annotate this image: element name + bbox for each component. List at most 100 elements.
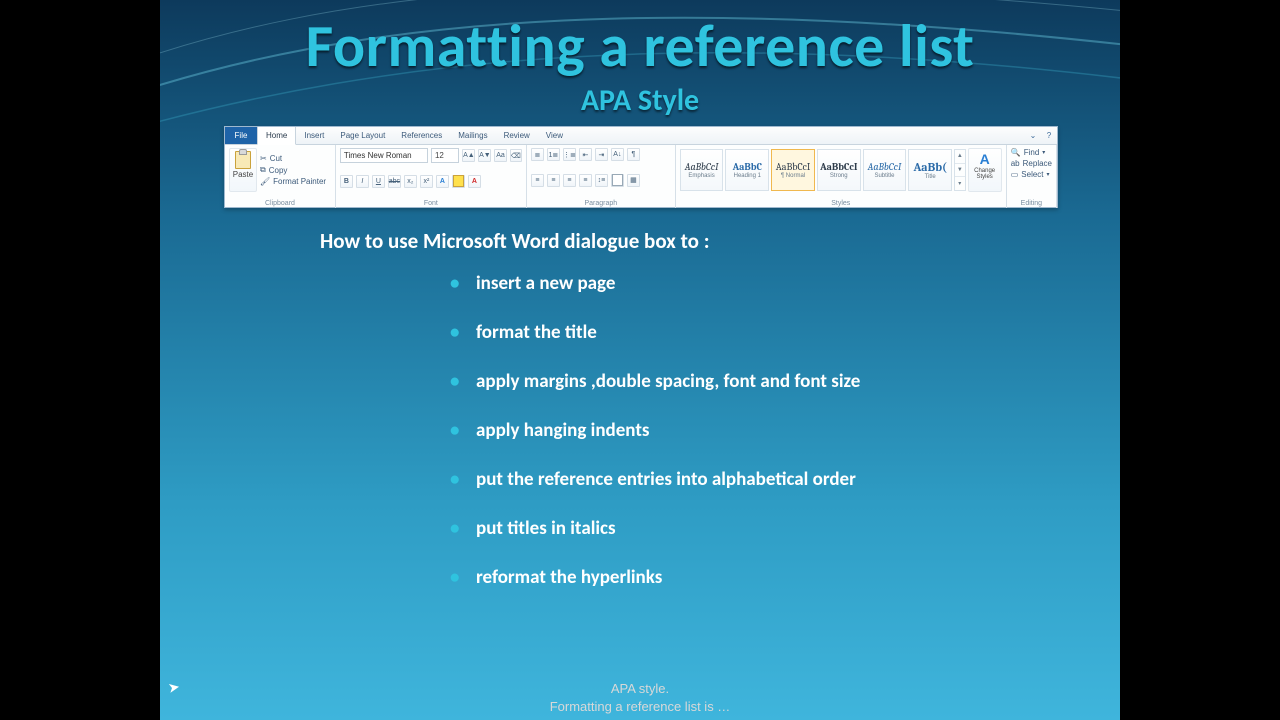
style-heading1[interactable]: AaBbCHeading 1 <box>725 149 769 191</box>
paste-button[interactable]: Paste <box>229 148 257 192</box>
numbering-button[interactable]: 1≣ <box>547 148 560 161</box>
tab-home[interactable]: Home <box>257 127 296 145</box>
bold-button[interactable]: B <box>340 175 353 188</box>
font-size-combo[interactable]: 12 <box>431 148 459 163</box>
style-subtitle[interactable]: AaBbCcISubtitle <box>863 149 907 191</box>
find-button[interactable]: 🔍Find▾ <box>1011 148 1052 157</box>
minimize-ribbon-icon[interactable]: ? <box>1041 127 1057 144</box>
style-sample: AaBb( <box>913 160 946 174</box>
list-item: put the reference entries into alphabeti… <box>450 468 860 491</box>
select-label: Select <box>1021 170 1043 179</box>
multilevel-button[interactable]: ⋮≣ <box>563 148 576 161</box>
grow-font-button[interactable]: A▲ <box>462 149 475 162</box>
help-icon[interactable]: ⌄ <box>1025 127 1041 144</box>
style-normal[interactable]: AaBbCcI¶ Normal <box>771 149 815 191</box>
clear-format-button[interactable]: ⌫ <box>510 149 522 162</box>
cut-button[interactable]: ✂Cut <box>260 154 326 163</box>
decrease-indent-button[interactable]: ⇤ <box>579 148 592 161</box>
copy-icon: ⧉ <box>260 165 266 175</box>
change-styles-button[interactable]: A Change Styles <box>968 148 1002 192</box>
replace-button[interactable]: abReplace <box>1011 159 1052 168</box>
justify-button[interactable]: ≡ <box>579 174 592 187</box>
video-caption: APA style. Formatting a reference list i… <box>160 681 1120 720</box>
ribbon-band: Paste ✂Cut ⧉Copy 🖌Format Painter Clipboa… <box>225 145 1057 208</box>
tab-view[interactable]: View <box>538 127 571 144</box>
strike-button[interactable]: abc <box>388 175 401 188</box>
format-painter-button[interactable]: 🖌Format Painter <box>260 177 326 186</box>
font-group-label: Font <box>340 200 522 207</box>
list-item: put titles in italics <box>450 517 860 540</box>
font-color-button[interactable]: A <box>468 175 481 188</box>
group-font: Times New Roman 12 A▲ A▼ Aa ⌫ B I U abc … <box>336 145 527 208</box>
style-title[interactable]: AaBb(Title <box>908 149 952 191</box>
format-painter-label: Format Painter <box>273 177 326 186</box>
show-marks-button[interactable]: ¶ <box>627 148 640 161</box>
borders-button[interactable]: ▦ <box>627 174 640 187</box>
slide-stage: Formatting a reference list APA Style Fi… <box>160 0 1120 720</box>
group-clipboard: Paste ✂Cut ⧉Copy 🖌Format Painter Clipboa… <box>225 145 336 208</box>
shading-swatch-icon <box>612 174 623 186</box>
bullets-button[interactable]: ≣ <box>531 148 544 161</box>
find-label: Find <box>1024 148 1040 157</box>
sort-button[interactable]: A↓ <box>611 148 624 161</box>
style-name: Title <box>925 174 936 180</box>
font-name-combo[interactable]: Times New Roman <box>340 148 428 163</box>
styles-gallery-more[interactable]: ▲ ▼ ▾ <box>954 149 965 191</box>
shrink-font-button[interactable]: A▼ <box>478 149 491 162</box>
underline-button[interactable]: U <box>372 175 385 188</box>
file-tab[interactable]: File <box>225 127 257 144</box>
bullet-list: insert a new page format the title apply… <box>450 272 860 615</box>
increase-indent-button[interactable]: ⇥ <box>595 148 608 161</box>
align-right-button[interactable]: ≡ <box>563 174 576 187</box>
list-item: apply hanging indents <box>450 419 860 442</box>
text-effects-button[interactable]: A <box>436 175 449 188</box>
tab-insert[interactable]: Insert <box>296 127 332 144</box>
copy-button[interactable]: ⧉Copy <box>260 165 326 175</box>
slide-title: Formatting a reference list <box>160 10 1120 83</box>
caption-line-2: Formatting a reference list is … <box>160 699 1120 714</box>
tab-references[interactable]: References <box>393 127 450 144</box>
style-name: Emphasis <box>688 173 714 179</box>
change-case-button[interactable]: Aa <box>494 149 506 162</box>
list-item: reformat the hyperlinks <box>450 566 860 589</box>
style-strong[interactable]: AaBbCcIStrong <box>817 149 861 191</box>
tab-page-layout[interactable]: Page Layout <box>332 127 393 144</box>
highlight-swatch-icon <box>453 175 464 187</box>
subscript-button[interactable]: x₂ <box>404 175 417 188</box>
highlight-button[interactable] <box>452 175 465 188</box>
clipboard-group-label: Clipboard <box>229 200 331 207</box>
style-sample: AaBbCcI <box>820 161 857 173</box>
style-sample: AaBbCcI <box>776 161 811 173</box>
word-ribbon: File Home Insert Page Layout References … <box>224 126 1058 208</box>
tab-review[interactable]: Review <box>496 127 538 144</box>
copy-label: Copy <box>269 166 288 175</box>
shading-button[interactable] <box>611 174 624 187</box>
tab-mailings[interactable]: Mailings <box>450 127 495 144</box>
tab-spacer <box>571 127 1025 144</box>
select-icon: ▭ <box>1011 170 1019 179</box>
styles-group-label: Styles <box>680 200 1002 207</box>
style-sample: AaBbCcI <box>685 161 719 173</box>
replace-icon: ab <box>1011 159 1020 168</box>
italic-button[interactable]: I <box>356 175 369 188</box>
change-styles-label: Change Styles <box>969 168 1001 180</box>
intro-heading: How to use Microsoft Word dialogue box t… <box>320 228 709 254</box>
select-button[interactable]: ▭Select▾ <box>1011 170 1052 179</box>
style-name: Subtitle <box>874 173 894 179</box>
list-item: format the title <box>450 321 860 344</box>
align-left-button[interactable]: ≡ <box>531 174 544 187</box>
style-name: ¶ Normal <box>781 173 805 179</box>
change-styles-icon: A <box>980 151 990 167</box>
scissors-icon: ✂ <box>260 154 267 163</box>
style-emphasis[interactable]: AaBbCcIEmphasis <box>680 149 724 191</box>
superscript-button[interactable]: x² <box>420 175 433 188</box>
line-spacing-button[interactable]: ↕≡ <box>595 174 608 187</box>
list-item: insert a new page <box>450 272 860 295</box>
paragraph-group-label: Paragraph <box>531 200 671 207</box>
align-center-button[interactable]: ≡ <box>547 174 560 187</box>
find-icon: 🔍 <box>1011 148 1021 157</box>
paste-label: Paste <box>233 170 253 179</box>
group-editing: 🔍Find▾ abReplace ▭Select▾ Editing <box>1007 145 1057 208</box>
editing-group-label: Editing <box>1011 200 1052 207</box>
clipboard-icon <box>235 151 251 169</box>
